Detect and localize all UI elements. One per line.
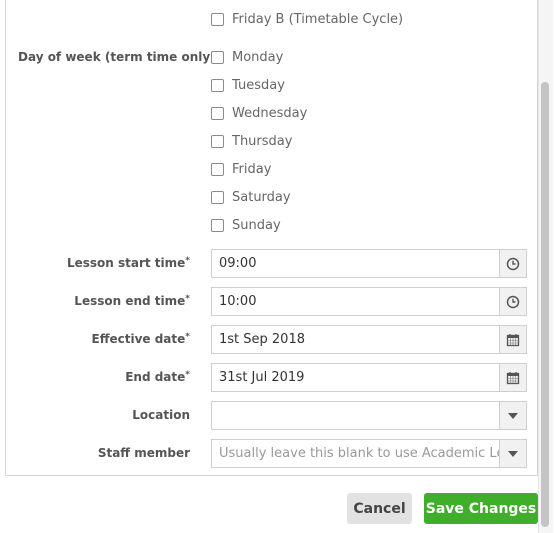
checkbox-friday[interactable]: Friday	[211, 159, 271, 179]
checkbox[interactable]	[211, 190, 224, 204]
staff-member-placeholder[interactable]: Usually leave this blank to use Academic…	[212, 446, 499, 461]
location-label: Location	[132, 408, 190, 422]
clock-icon[interactable]	[499, 250, 526, 277]
staff-member-select[interactable]: Usually leave this blank to use Academic…	[211, 439, 527, 468]
staff-member-label: Staff member	[97, 446, 190, 460]
checkbox-saturday[interactable]: Saturday	[211, 187, 291, 207]
lesson-end-time-value[interactable]: 10:00	[212, 294, 499, 309]
checkbox-sunday[interactable]: Sunday	[211, 215, 281, 235]
checkbox-label: Saturday	[232, 189, 291, 205]
checkbox[interactable]	[211, 218, 224, 232]
lesson-end-time-input[interactable]: 10:00	[211, 287, 527, 316]
checkbox-label: Tuesday	[232, 77, 285, 93]
checkbox[interactable]	[211, 78, 224, 92]
clock-icon[interactable]	[499, 288, 526, 315]
checkbox[interactable]	[211, 162, 224, 176]
checkbox-thursday[interactable]: Thursday	[211, 131, 292, 151]
checkbox-friday-b[interactable]: Friday B (Timetable Cycle)	[211, 9, 403, 29]
end-date-value[interactable]: 31st Jul 2019	[212, 370, 499, 385]
checkbox-tuesday[interactable]: Tuesday	[211, 75, 285, 95]
lesson-start-time-input[interactable]: 09:00	[211, 249, 527, 278]
checkbox-label: Sunday	[232, 217, 281, 233]
checkbox-label: Wednesday	[232, 105, 308, 121]
cancel-button[interactable]: Cancel	[347, 493, 412, 524]
checkbox-monday[interactable]: Monday	[211, 47, 283, 67]
lesson-start-time-value[interactable]: 09:00	[212, 256, 499, 271]
scrollbar-thumb[interactable]	[541, 82, 549, 527]
checkbox-label: Friday B (Timetable Cycle)	[232, 11, 404, 27]
effective-date-input[interactable]: 1st Sep 2018	[211, 325, 527, 354]
checkbox-label: Thursday	[232, 133, 293, 149]
chevron-down-icon[interactable]	[499, 402, 526, 429]
effective-date-label: Effective date*	[91, 332, 190, 346]
effective-date-value[interactable]: 1st Sep 2018	[212, 332, 499, 347]
checkbox-label: Friday	[232, 161, 272, 177]
checkbox-label: Monday	[232, 49, 284, 65]
chevron-down-icon[interactable]	[499, 440, 526, 467]
lesson-end-time-label: Lesson end time*	[74, 294, 190, 308]
checkbox[interactable]	[211, 134, 224, 148]
checkbox[interactable]	[211, 12, 224, 26]
checkbox[interactable]	[211, 106, 224, 120]
lesson-start-time-label: Lesson start time*	[66, 256, 190, 270]
location-select[interactable]	[211, 401, 527, 430]
calendar-icon[interactable]	[499, 364, 526, 391]
save-changes-button[interactable]: Save Changes	[424, 493, 538, 524]
day-of-week-label: Day of week (term time only)	[18, 50, 216, 64]
calendar-icon[interactable]	[499, 326, 526, 353]
checkbox[interactable]	[211, 50, 224, 64]
checkbox-wednesday[interactable]: Wednesday	[211, 103, 307, 123]
end-date-input[interactable]: 31st Jul 2019	[211, 363, 527, 392]
end-date-label: End date*	[125, 370, 190, 384]
